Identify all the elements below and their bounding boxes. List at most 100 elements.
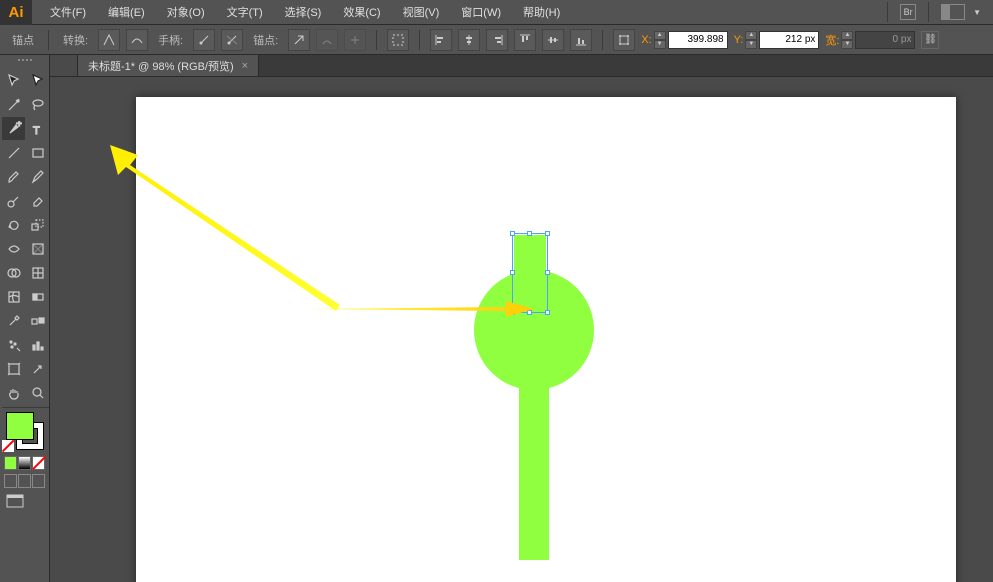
x-spinner[interactable]: ▲▼ [654,31,666,49]
tab-spacer [50,55,78,76]
scale-tool[interactable] [26,213,49,236]
document-tab[interactable]: 未标题-1* @ 98% (RGB/预览) × [78,55,259,76]
link-wh-icon[interactable]: ⛓ [921,31,939,49]
artwork-stem[interactable] [519,380,549,560]
line-tool[interactable] [2,141,25,164]
menu-type[interactable]: 文字(T) [217,0,273,24]
w-label: 宽: [825,32,839,48]
separator [887,2,888,22]
symbol-sprayer-tool[interactable] [2,333,25,356]
selection-tool[interactable] [2,69,25,92]
magic-wand-tool[interactable] [2,93,25,116]
tab-close-icon[interactable]: × [242,60,248,72]
separator [376,30,377,50]
menu-window[interactable]: 窗口(W) [451,0,511,24]
toolbar-handle[interactable] [0,59,49,67]
cut-path-button[interactable] [344,29,366,51]
screen-mode-button[interactable] [0,490,49,515]
color-mode-none[interactable] [32,456,45,470]
selection-handle[interactable] [545,270,550,275]
artboard[interactable] [136,97,956,582]
color-mode-gradient[interactable] [18,456,31,470]
dropdown-caret-icon[interactable]: ▼ [973,8,981,17]
align-right-button[interactable] [486,29,508,51]
direct-selection-tool[interactable] [26,69,49,92]
menu-select[interactable]: 选择(S) [275,0,332,24]
selection-handle[interactable] [545,310,550,315]
default-colors-icon[interactable] [2,440,14,452]
isolate-button[interactable] [387,29,409,51]
color-mode-solid[interactable] [4,456,17,470]
paintbrush-tool[interactable] [2,165,25,188]
tab-bar: 未标题-1* @ 98% (RGB/预览) × [50,55,993,77]
handle-show-button[interactable] [193,29,215,51]
gradient-tool[interactable] [26,285,49,308]
x-input[interactable] [668,31,728,49]
width-tool[interactable] [2,237,25,260]
align-bottom-button[interactable] [570,29,592,51]
rotate-tool[interactable] [2,213,25,236]
convert-smooth-button[interactable] [126,29,148,51]
free-transform-tool[interactable] [26,237,49,260]
eraser-tool[interactable] [26,189,49,212]
selection-bounding-box[interactable] [512,233,548,313]
lasso-tool[interactable] [26,93,49,116]
y-spinner[interactable]: ▲▼ [745,31,757,49]
w-input[interactable] [855,31,915,49]
draw-normal-icon[interactable] [4,474,17,488]
column-graph-tool[interactable] [26,333,49,356]
convert-corner-button[interactable] [98,29,120,51]
blob-brush-tool[interactable] [2,189,25,212]
align-left-button[interactable] [430,29,452,51]
align-vcenter-button[interactable] [542,29,564,51]
connect-anchor-button[interactable] [316,29,338,51]
arrange-docs-icon[interactable] [941,4,965,20]
type-tool[interactable]: T [26,117,49,140]
selection-handle[interactable] [527,310,532,315]
eyedropper-tool[interactable] [2,309,25,332]
align-hcenter-button[interactable] [458,29,480,51]
transform-proxy-button[interactable] [613,29,635,51]
separator [48,30,49,50]
zoom-tool[interactable] [26,381,49,404]
menu-effect[interactable]: 效果(C) [333,0,390,24]
handle-hide-button[interactable] [221,29,243,51]
hand-tool[interactable] [2,381,25,404]
draw-behind-icon[interactable] [18,474,31,488]
blend-tool[interactable] [26,309,49,332]
mesh-tool[interactable] [2,285,25,308]
tab-title: 未标题-1* @ 98% (RGB/预览) [88,58,234,74]
menu-bar: Ai 文件(F) 编辑(E) 对象(O) 文字(T) 选择(S) 效果(C) 视… [0,0,993,25]
draw-inside-icon[interactable] [32,474,45,488]
canvas-viewport[interactable] [50,77,993,582]
handle-label: 手柄: [154,32,187,48]
menu-file[interactable]: 文件(F) [40,0,96,24]
y-input[interactable] [759,31,819,49]
selection-handle[interactable] [510,310,515,315]
pencil-tool[interactable] [26,165,49,188]
menu-edit[interactable]: 编辑(E) [98,0,155,24]
live-paint-tool[interactable] [26,261,49,284]
align-top-button[interactable] [514,29,536,51]
svg-text:T: T [33,125,40,137]
separator [419,30,420,50]
pen-tool[interactable]: + [2,117,25,140]
artboard-tool[interactable] [2,357,25,380]
selection-handle[interactable] [510,231,515,236]
menu-help[interactable]: 帮助(H) [513,0,570,24]
selection-handle[interactable] [545,231,550,236]
menu-view[interactable]: 视图(V) [393,0,450,24]
shape-builder-tool[interactable] [2,261,25,284]
svg-text:+: + [16,121,22,130]
selection-handle[interactable] [527,231,532,236]
bridge-icon[interactable]: Br [900,4,916,20]
selection-handle[interactable] [510,270,515,275]
menu-object[interactable]: 对象(O) [157,0,215,24]
color-mode-row [0,454,49,472]
w-spinner[interactable]: ▲▼ [841,31,853,49]
slice-tool[interactable] [26,357,49,380]
remove-anchor-button[interactable] [288,29,310,51]
rectangle-tool[interactable] [26,141,49,164]
y-field: Y: ▲▼ [734,31,820,49]
fill-swatch[interactable] [6,412,34,440]
